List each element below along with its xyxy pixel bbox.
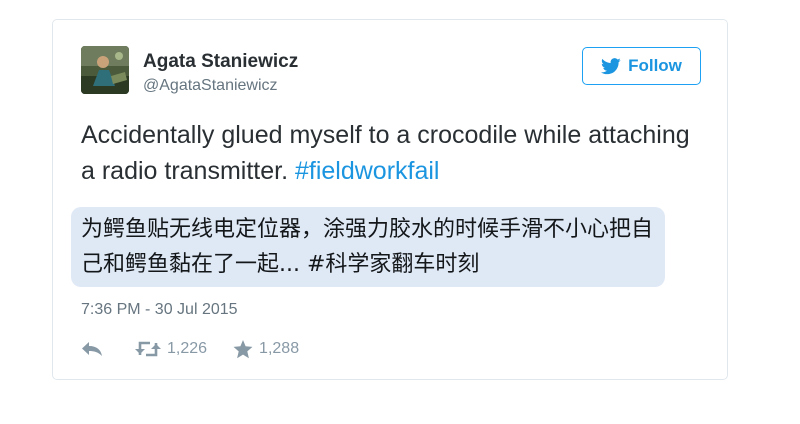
star-icon — [233, 339, 253, 358]
tweet-text: Accidentally glued myself to a crocodile… — [81, 117, 691, 189]
reply-button[interactable] — [81, 341, 103, 357]
tweet-actions: 1,226 1,288 — [81, 336, 299, 362]
retweet-count: 1,226 — [167, 340, 208, 357]
tweet-card: Agata Staniewicz @AgataStaniewicz Follow… — [52, 19, 728, 380]
reply-arrow-icon — [82, 342, 102, 356]
retweet-icon — [135, 341, 161, 357]
translation-text: 为鳄鱼贴无线电定位器，涂强力胶水的时候手滑不小心把自己和鳄鱼黏在了一起... #… — [81, 217, 654, 277]
follow-label: Follow — [628, 56, 682, 75]
retweet-button[interactable]: 1,226 — [135, 340, 207, 358]
follow-button[interactable]: Follow — [582, 47, 701, 85]
favorite-button[interactable]: 1,288 — [233, 339, 300, 359]
user-name[interactable]: Agata Staniewicz — [143, 51, 298, 73]
avatar[interactable] — [81, 46, 129, 94]
hashtag-link[interactable]: #fieldworkfail — [295, 157, 440, 185]
profile-photo-avatar — [81, 46, 129, 94]
twitter-bird-icon — [601, 57, 621, 74]
translation-box: 为鳄鱼贴无线电定位器，涂强力胶水的时候手滑不小心把自己和鳄鱼黏在了一起... #… — [71, 207, 665, 287]
timestamp[interactable]: 7:36 PM - 30 Jul 2015 — [81, 301, 238, 319]
favorite-count: 1,288 — [259, 340, 300, 357]
user-handle[interactable]: @AgataStaniewicz — [143, 77, 278, 95]
